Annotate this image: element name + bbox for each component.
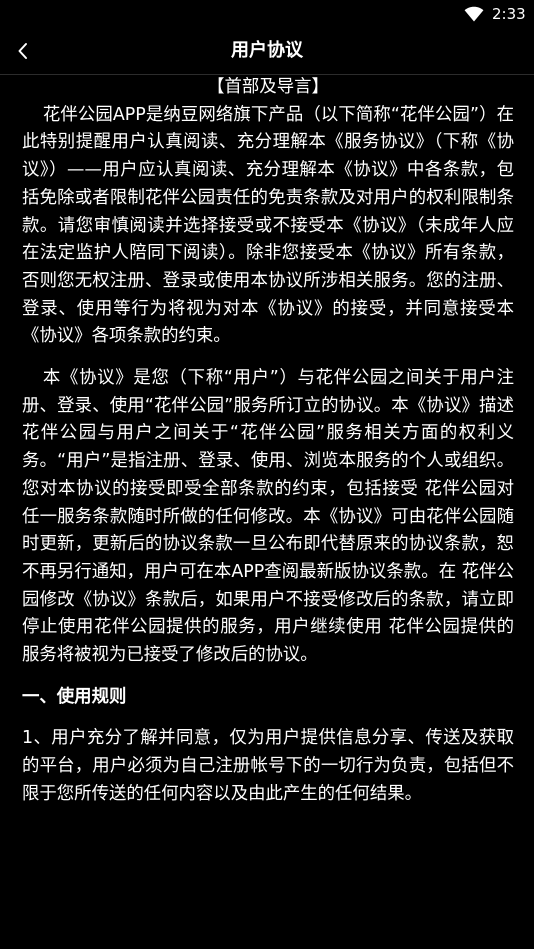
nav-bar: 用户协议: [0, 28, 534, 74]
status-bar: 2:33: [0, 0, 534, 28]
status-time: 2:33: [492, 5, 526, 23]
section-title: 【首部及导言】: [207, 77, 329, 97]
intro-paragraph: 花伴公园APP是纳豆网络旗下产品（以下简称“花伴公园”）在此特别提醒用户认真阅读…: [22, 104, 514, 347]
definition-paragraph: 本《协议》是您（下称“用户”）与花伴公园之间关于用户注册、登录、使用“花伴公园”…: [22, 368, 514, 666]
rules-heading: 一、使用规则: [22, 686, 127, 707]
wifi-icon: [464, 6, 484, 22]
page-title: 用户协议: [231, 40, 303, 61]
agreement-content[interactable]: 【首部及导言】 花伴公园APP是纳豆网络旗下产品（以下简称“花伴公园”）在此特别…: [22, 74, 514, 809]
rule-item: 1、用户充分了解并同意，仅为用户提供信息分享、传送及获取的平台，用户必须为自己注…: [22, 728, 514, 804]
